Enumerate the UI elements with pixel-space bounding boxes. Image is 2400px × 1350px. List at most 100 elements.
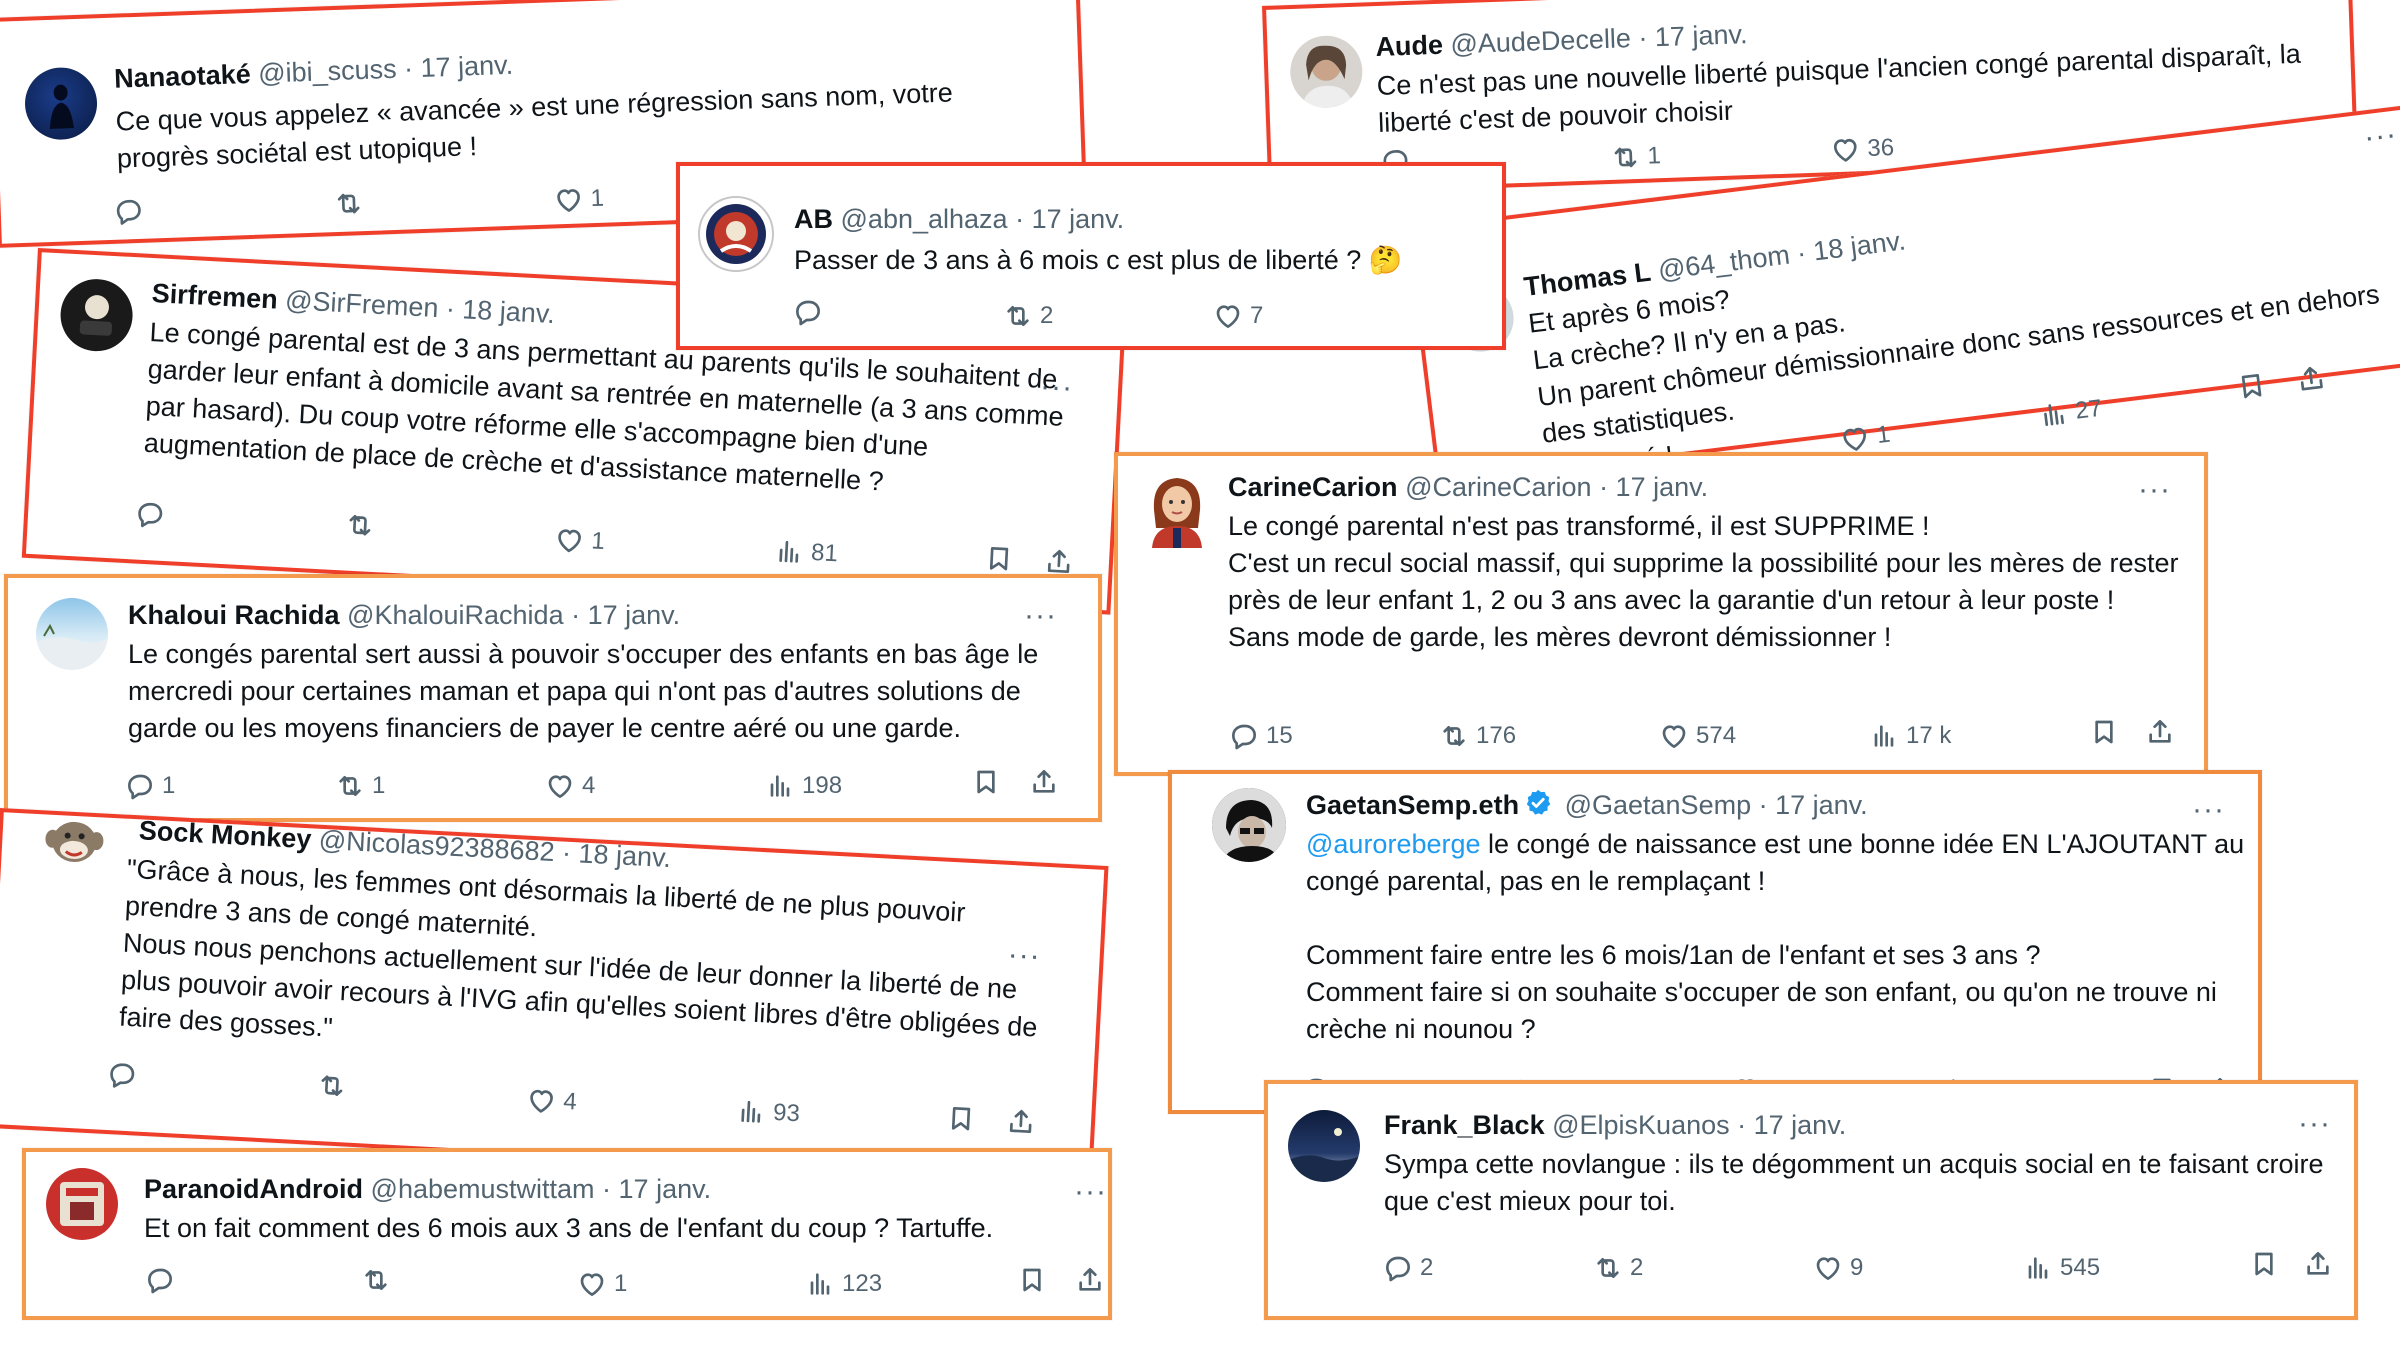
author-name[interactable]: AB: [794, 204, 833, 234]
views-button[interactable]: 198: [764, 766, 842, 806]
avatar[interactable]: [1289, 34, 1364, 110]
avatar[interactable]: [58, 277, 135, 353]
avatar[interactable]: [1140, 470, 1214, 548]
author-name[interactable]: Aude: [1375, 30, 1444, 62]
avatar[interactable]: [1212, 788, 1286, 862]
views-button[interactable]: 545: [2022, 1248, 2100, 1288]
like-button[interactable]: 1: [552, 519, 605, 562]
author-handle[interactable]: @KhalouiRachida: [347, 600, 564, 630]
like-button[interactable]: 36: [1829, 128, 1895, 170]
views-button[interactable]: 17 k: [1868, 716, 1951, 756]
author-name[interactable]: ParanoidAndroid: [144, 1174, 363, 1204]
tweet-date[interactable]: · 17 janv.: [1759, 790, 1868, 820]
more-options-icon[interactable]: ···: [1074, 1177, 1107, 1207]
tweet-date[interactable]: · 17 janv.: [1638, 19, 1748, 53]
like-button[interactable]: 9: [1812, 1248, 1863, 1288]
avatar[interactable]: [36, 598, 108, 670]
retweet-count: 2: [1630, 1254, 1644, 1281]
tweet-card-ab: AB @abn_alhaza · 17 janv. Passer de 3 an…: [676, 162, 1506, 350]
like-button[interactable]: 4: [524, 1080, 577, 1123]
more-options-icon[interactable]: ···: [2298, 1109, 2331, 1139]
retweet-button[interactable]: [360, 1264, 398, 1296]
more-options-icon[interactable]: ···: [2138, 475, 2171, 505]
reply-button[interactable]: [133, 497, 173, 531]
author-name[interactable]: GaetanSemp.eth: [1306, 790, 1519, 820]
author-handle[interactable]: @SirFremen: [284, 285, 439, 323]
like-count: 4: [562, 1087, 578, 1116]
reply-button[interactable]: [144, 1264, 182, 1296]
author-handle[interactable]: @CarineCarion: [1405, 472, 1591, 502]
share-button[interactable]: [1004, 1105, 1038, 1139]
share-button[interactable]: [1028, 766, 1060, 798]
like-button[interactable]: 1: [576, 1264, 627, 1304]
author-handle[interactable]: @abn_alhaza: [841, 204, 1008, 234]
retweet-button[interactable]: 176: [1438, 716, 1516, 756]
avatar[interactable]: [1288, 1110, 1360, 1182]
author-handle[interactable]: @AudeDecelle: [1450, 23, 1631, 59]
like-button[interactable]: 574: [1658, 716, 1736, 756]
author-name[interactable]: Frank_Black: [1384, 1110, 1545, 1140]
retweet-button[interactable]: 1: [1609, 136, 1662, 178]
retweet-button[interactable]: [315, 1069, 355, 1103]
retweet-button[interactable]: [343, 508, 383, 542]
reply-button[interactable]: [112, 195, 151, 228]
more-options-icon[interactable]: ···: [2362, 118, 2399, 155]
share-button[interactable]: [2302, 1248, 2334, 1280]
tweet-date[interactable]: · 18 janv.: [445, 293, 555, 329]
avatar[interactable]: [46, 1168, 118, 1240]
retweet-count: 1: [1647, 142, 1662, 170]
more-options-icon[interactable]: ···: [2192, 795, 2225, 825]
tweet-date[interactable]: · 17 janv.: [571, 600, 680, 630]
reply-button[interactable]: [105, 1058, 145, 1092]
bookmark-button[interactable]: [1016, 1264, 1048, 1296]
bookmark-button[interactable]: [982, 542, 1016, 576]
tweet-date[interactable]: · 17 janv.: [404, 50, 514, 84]
like-button[interactable]: 4: [544, 766, 595, 806]
reply-button[interactable]: 15: [1228, 716, 1293, 756]
reply-button[interactable]: 1: [124, 766, 175, 806]
retweet-button[interactable]: [332, 187, 371, 220]
bookmark-button[interactable]: [970, 766, 1002, 798]
bookmark-button[interactable]: [2088, 716, 2120, 748]
tweet-date[interactable]: · 17 janv.: [602, 1174, 711, 1204]
views-button[interactable]: 93: [734, 1091, 801, 1134]
mention-link[interactable]: @auroreberge: [1306, 829, 1481, 859]
tweet-date[interactable]: · 17 janv.: [1015, 204, 1124, 234]
like-count: 36: [1866, 134, 1895, 162]
avatar[interactable]: [698, 196, 774, 272]
like-button[interactable]: 1: [552, 179, 605, 221]
reply-button[interactable]: 2: [1382, 1248, 1433, 1288]
tweet-date[interactable]: · 17 janv.: [1737, 1110, 1846, 1140]
retweet-button[interactable]: 1: [334, 766, 385, 806]
views-button[interactable]: 81: [772, 531, 839, 574]
like-button[interactable]: 7: [1212, 296, 1263, 336]
reply-button[interactable]: [792, 296, 830, 328]
retweet-button[interactable]: 2: [1002, 296, 1053, 336]
avatar[interactable]: [23, 66, 99, 141]
author-name[interactable]: Sock Monkey: [138, 815, 312, 854]
author-handle[interactable]: @habemustwittam: [371, 1174, 595, 1204]
views-count: 93: [772, 1098, 801, 1128]
share-button[interactable]: [2293, 361, 2329, 397]
tweet-date[interactable]: · 17 janv.: [1599, 472, 1708, 502]
bookmark-button[interactable]: [2248, 1248, 2280, 1280]
retweet-icon: [332, 187, 365, 220]
author-handle[interactable]: @ibi_scuss: [258, 54, 397, 89]
bookmark-button[interactable]: [944, 1102, 978, 1136]
bookmark-button[interactable]: [2234, 368, 2270, 404]
author-name[interactable]: Nanaotaké: [114, 59, 252, 94]
share-button[interactable]: [2144, 716, 2176, 748]
author-name[interactable]: Khaloui Rachida: [128, 600, 340, 630]
author-name[interactable]: CarineCarion: [1228, 472, 1398, 502]
author-handle[interactable]: @GaetanSemp: [1565, 790, 1752, 820]
tweet-date[interactable]: · 18 janv.: [561, 838, 671, 874]
author-name[interactable]: Sirfremen: [151, 278, 278, 315]
views-button[interactable]: 27: [2035, 389, 2104, 437]
more-options-icon[interactable]: ···: [1024, 601, 1057, 631]
avatar[interactable]: [36, 804, 112, 880]
retweet-button[interactable]: 2: [1592, 1248, 1643, 1288]
share-button[interactable]: [1074, 1264, 1106, 1296]
views-button[interactable]: 123: [804, 1264, 882, 1304]
author-handle[interactable]: @ElpisKuanos: [1552, 1110, 1730, 1140]
author-handle[interactable]: @Nicolas92388682: [318, 825, 555, 867]
